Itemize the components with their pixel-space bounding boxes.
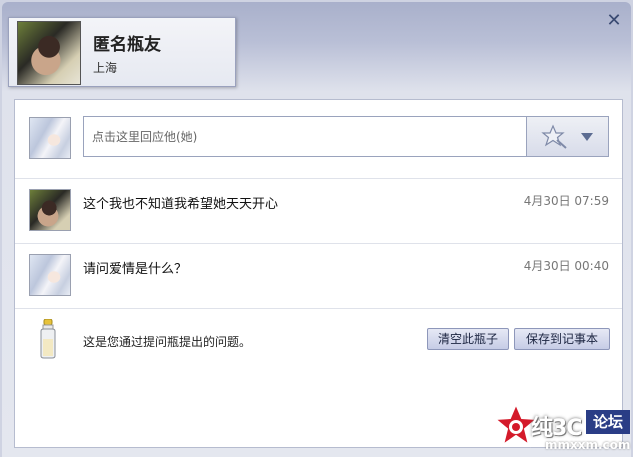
reply-input[interactable] [84, 117, 534, 156]
message-row: 请问爱情是什么？ 4月30日 00:40 [15, 244, 622, 309]
message-avatar[interactable] [29, 189, 71, 231]
emoji-picker-button[interactable] [526, 117, 608, 156]
magic-star-icon [541, 124, 567, 149]
my-avatar [29, 117, 71, 159]
sender-card: 匿名瓶友 上海 [8, 17, 236, 87]
close-icon[interactable]: ✕ [605, 12, 623, 30]
reply-box [83, 116, 609, 157]
caret-down-icon [581, 133, 593, 141]
watermark-url: mmxxm.com [545, 438, 631, 452]
sender-location: 上海 [93, 61, 118, 75]
watermark-badge: 论坛 [586, 410, 630, 434]
footer-row: 这是您通过提问瓶提出的问题。 清空此瓶子 保存到记事本 [15, 309, 622, 369]
question-note: 这是您通过提问瓶提出的问题。 [83, 335, 252, 349]
message-text: 请问爱情是什么？ [83, 262, 188, 277]
clear-bottle-button[interactable]: 清空此瓶子 [427, 328, 509, 350]
message-text: 这个我也不知道我希望她天天开心 [83, 197, 279, 212]
message-row: 这个我也不知道我希望她天天开心 4月30日 07:59 [15, 179, 622, 244]
reply-row [15, 100, 622, 179]
message-avatar[interactable] [29, 254, 71, 296]
conversation-area: 这个我也不知道我希望她天天开心 4月30日 07:59 请问爱情是什么？ 4月3… [14, 99, 623, 448]
dialog-panel: 匿名瓶友 上海 ✕ 这个我也不知道我希望她天天开心 4月30日 07:59 [2, 2, 631, 457]
bottle-icon [40, 319, 56, 359]
message-time: 4月30日 07:59 [523, 194, 609, 208]
sender-avatar[interactable] [17, 21, 81, 85]
save-to-notepad-button[interactable]: 保存到记事本 [514, 328, 610, 350]
sender-name[interactable]: 匿名瓶友 [93, 30, 161, 55]
message-time: 4月30日 00:40 [523, 259, 609, 273]
